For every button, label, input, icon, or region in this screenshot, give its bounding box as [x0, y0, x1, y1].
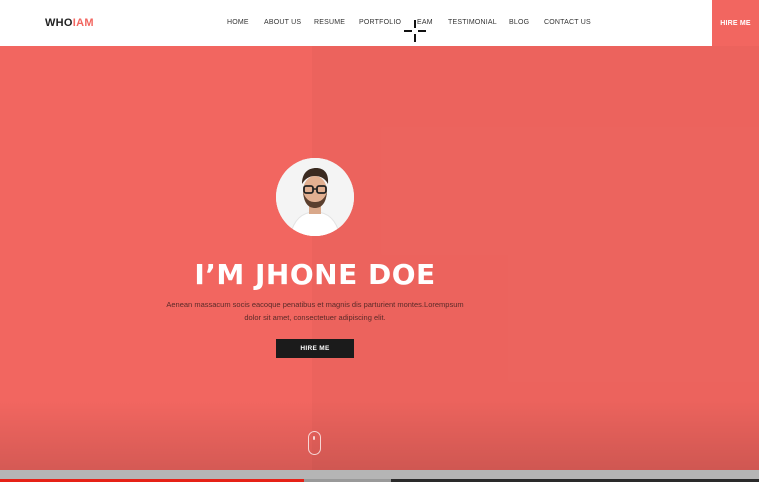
mouse-wheel-icon — [313, 436, 315, 440]
hero-description: Aenean massacum socis eacoque penatibus … — [150, 298, 480, 324]
hero-hire-me-button[interactable]: HIRE ME — [276, 339, 354, 358]
nav-item-contact-us[interactable]: CONTACT US — [544, 19, 591, 26]
header-hire-me-button[interactable]: HIRE ME — [712, 0, 759, 46]
nav-item-home[interactable]: HOME — [227, 19, 249, 26]
hero-bottom-fade — [0, 400, 759, 470]
hero-description-line-1: Aenean massacum socis eacoque penatibus … — [166, 300, 464, 309]
crosshair-cursor-icon — [404, 20, 426, 42]
hero-section: I’M JHONE DOE Aenean massacum socis eaco… — [0, 46, 759, 470]
nav-item-testimonial[interactable]: TESTIMONIAL — [448, 19, 497, 26]
nav-item-blog[interactable]: BLOG — [509, 19, 529, 26]
hero-title: I’M JHONE DOE — [194, 258, 436, 291]
mouse-scroll-icon[interactable] — [308, 431, 321, 455]
site-header: WHOIAM HOME ABOUT US RESUME PORTFOLIO EA… — [0, 0, 759, 46]
cursor-center-gap — [412, 28, 418, 34]
nav-item-resume[interactable]: RESUME — [314, 19, 345, 26]
nav-item-about-us[interactable]: ABOUT US — [264, 19, 301, 26]
profile-photo-icon — [276, 158, 354, 236]
video-progress-track — [0, 470, 759, 479]
video-progress-bar[interactable] — [0, 470, 759, 482]
profile-avatar — [276, 158, 354, 236]
browser-viewport: I’M JHONE DOE Aenean massacum socis eaco… — [0, 0, 759, 482]
hero-description-line-2: dolor sit amet, consectetuer adipiscing … — [244, 313, 386, 322]
main-nav: HOME ABOUT US RESUME PORTFOLIO EAM TESTI… — [0, 19, 759, 29]
nav-item-portfolio[interactable]: PORTFOLIO — [359, 19, 401, 26]
